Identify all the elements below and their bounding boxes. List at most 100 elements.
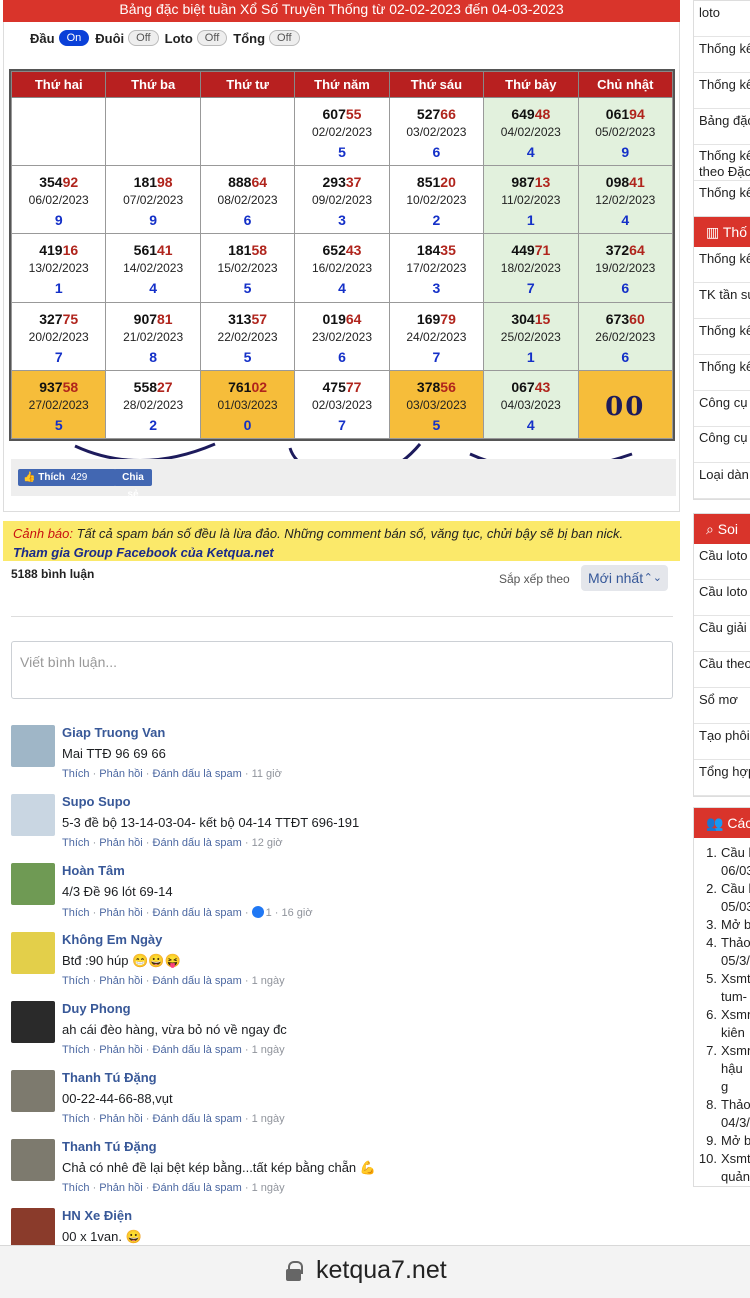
sidebar-link[interactable]: Cầu giải [694, 616, 750, 652]
sidebar-link[interactable]: Thống kê theo Đặc [694, 145, 750, 181]
commenter-name[interactable]: Duy Phong [62, 1001, 131, 1016]
sidebar-list-item[interactable]: 8. Thảo 04/3/ [694, 1096, 750, 1132]
result-cell: 37856 03/03/2023 5 [388, 369, 485, 440]
sidebar-link[interactable]: loto [694, 1, 750, 37]
sidebar-link[interactable]: Thống kê [694, 37, 750, 73]
digit-sum: 7 [338, 416, 346, 433]
facebook-group-link[interactable]: Tham gia Group Facebook của Ketqua.net [13, 543, 670, 562]
sort-dropdown[interactable]: Mới nhất ⌃⌄ [581, 565, 668, 591]
sidebar-list-item[interactable]: 10. Xsmt quản [694, 1150, 750, 1186]
sidebar-box-1: loto Thống kê Thống kê Bảng đặc Thống kê the… [693, 0, 750, 218]
sidebar-list-item[interactable]: 6. Xsmn kiên [694, 1006, 750, 1042]
prize-number: 55827 [106, 378, 199, 396]
avatar[interactable] [11, 932, 55, 974]
avatar[interactable] [11, 1070, 55, 1112]
toggle-switch-1[interactable]: Off [128, 30, 159, 46]
draw-date: 03/02/2023 [406, 125, 467, 139]
toggle-switch-2[interactable]: Off [196, 30, 228, 46]
sidebar-list-item[interactable]: 4. Thảo 05/3/ [694, 934, 750, 970]
sidebar-list-item[interactable]: 2. Cầu l 05/03 [694, 880, 750, 916]
sidebar-list-item[interactable]: 5. Xsmt tum- [694, 970, 750, 1006]
avatar[interactable] [11, 725, 55, 767]
sidebar-link[interactable]: Tổng hợp [694, 760, 750, 796]
facebook-like-button[interactable]: 👍 Thích 429 [18, 469, 116, 486]
sidebar-link[interactable]: Thống kê [694, 181, 750, 217]
comment-list: Giap Truong Van Mai TTĐ 96 69 66 Thích · P… [11, 723, 673, 1245]
like-link[interactable]: Thích [62, 1182, 90, 1194]
list-text: Mở b [721, 917, 750, 932]
spam-link[interactable]: Đánh dấu là spam [153, 1182, 242, 1194]
sidebar-link[interactable]: Công cụ [694, 391, 750, 427]
facebook-share-button[interactable]: Chia sẻ [114, 469, 152, 500]
avatar[interactable] [11, 794, 55, 836]
sidebar-list-item[interactable]: 9. Mở b [694, 1132, 750, 1150]
avatar[interactable] [11, 863, 55, 905]
list-number: 2. [706, 881, 717, 896]
sidebar-link[interactable]: Thống kê [694, 319, 750, 355]
toggle-switch-0[interactable]: On [58, 30, 90, 46]
sidebar-link[interactable]: Thống kê [694, 247, 750, 283]
spam-link[interactable]: Đánh dấu là spam [153, 768, 242, 780]
commenter-name[interactable]: Thanh Tú Đặng [62, 1139, 157, 1154]
reply-link[interactable]: Phản hồi [99, 1044, 142, 1056]
table-row: 35492 06/02/2023 9 18198 07/02/2023 9 88864 08/… [10, 165, 674, 235]
toggle-switch-3[interactable]: Off [269, 30, 300, 46]
sidebar-link[interactable]: Thống kê [694, 73, 750, 109]
sidebar-link[interactable]: TK tần su [694, 283, 750, 319]
prize-tail: 20 [440, 174, 456, 191]
commenter-name[interactable]: Không Em Ngày [62, 932, 162, 947]
sidebar-list-item[interactable]: 7. Xsmn hậu g [694, 1042, 750, 1096]
spam-link[interactable]: Đánh dấu là spam [153, 975, 242, 987]
commenter-name[interactable]: HN Xe Điện [62, 1208, 132, 1223]
sidebar-link[interactable]: Loại dàn [694, 463, 750, 499]
sidebar-link[interactable]: Tạo phôi [694, 724, 750, 760]
sidebar-link[interactable]: Cầu theo [694, 652, 750, 688]
spam-link[interactable]: Đánh dấu là spam [153, 1044, 242, 1056]
like-link[interactable]: Thích [62, 837, 90, 849]
sidebar-link[interactable]: Cầu loto [694, 544, 750, 580]
sidebar-link[interactable]: Cầu loto [694, 580, 750, 616]
reply-link[interactable]: Phản hồi [99, 975, 142, 987]
commenter-name[interactable]: Giap Truong Van [62, 725, 165, 740]
like-link[interactable]: Thích [62, 1044, 90, 1056]
digit-sum: 5 [243, 348, 252, 365]
prize-number: 06743 [484, 378, 577, 396]
sidebar-list-item[interactable]: 1. Cầu l 06/03 [694, 844, 750, 880]
comment-meta: Thích · Phản hồi · Đánh dấu là spam · 11… [62, 768, 282, 780]
sidebar-link[interactable]: Bảng đặc [694, 109, 750, 145]
like-link[interactable]: Thích [62, 768, 90, 780]
prize-head: 019 [322, 310, 346, 327]
sidebar-link[interactable]: Thống kê [694, 355, 750, 391]
prize-tail: 58 [251, 242, 268, 259]
avatar[interactable] [11, 1208, 55, 1245]
spam-link[interactable]: Đánh dấu là spam [153, 907, 242, 919]
avatar[interactable] [11, 1139, 55, 1181]
url-display[interactable]: ketqua7.net [286, 1256, 447, 1285]
reply-link[interactable]: Phản hồi [99, 837, 142, 849]
result-cell: 06194 05/02/2023 9 [577, 96, 674, 167]
reply-link[interactable]: Phản hồi [99, 907, 142, 919]
avatar[interactable] [11, 1001, 55, 1043]
list-text: Thảo 05/3/ [721, 935, 750, 968]
sidebar-link[interactable]: Sổ mơ [694, 688, 750, 724]
spam-link[interactable]: Đánh dấu là spam [153, 1113, 242, 1125]
spam-link[interactable]: Đánh dấu là spam [153, 837, 242, 849]
commenter-name[interactable]: Supo Supo [62, 794, 131, 809]
commenter-name[interactable]: Hoàn Tâm [62, 863, 125, 878]
draw-date: 11/02/2023 [501, 193, 561, 208]
sidebar-list-item[interactable]: 3. Mở b [694, 916, 750, 934]
like-link[interactable]: Thích [62, 975, 90, 987]
list-text: Xsmt quản [721, 1151, 750, 1184]
reply-link[interactable]: Phản hồi [99, 1113, 142, 1125]
warning-banner: Cảnh báo: Tất cả spam bán số đều là lừa … [3, 521, 680, 561]
like-link[interactable]: Thích [62, 1113, 90, 1125]
prize-tail: 92 [62, 174, 79, 191]
sidebar-link[interactable]: Công cụ VIP [694, 427, 750, 463]
like-link[interactable]: Thích [62, 907, 90, 919]
commenter-name[interactable]: Thanh Tú Đặng [62, 1070, 157, 1085]
result-cell: 47577 02/03/2023 7 [294, 369, 390, 440]
reply-link[interactable]: Phản hồi [99, 768, 142, 780]
comment-input[interactable]: Viết bình luận... [11, 641, 673, 699]
reply-link[interactable]: Phản hồi [99, 1182, 142, 1194]
digit-sum: 1 [526, 212, 535, 229]
